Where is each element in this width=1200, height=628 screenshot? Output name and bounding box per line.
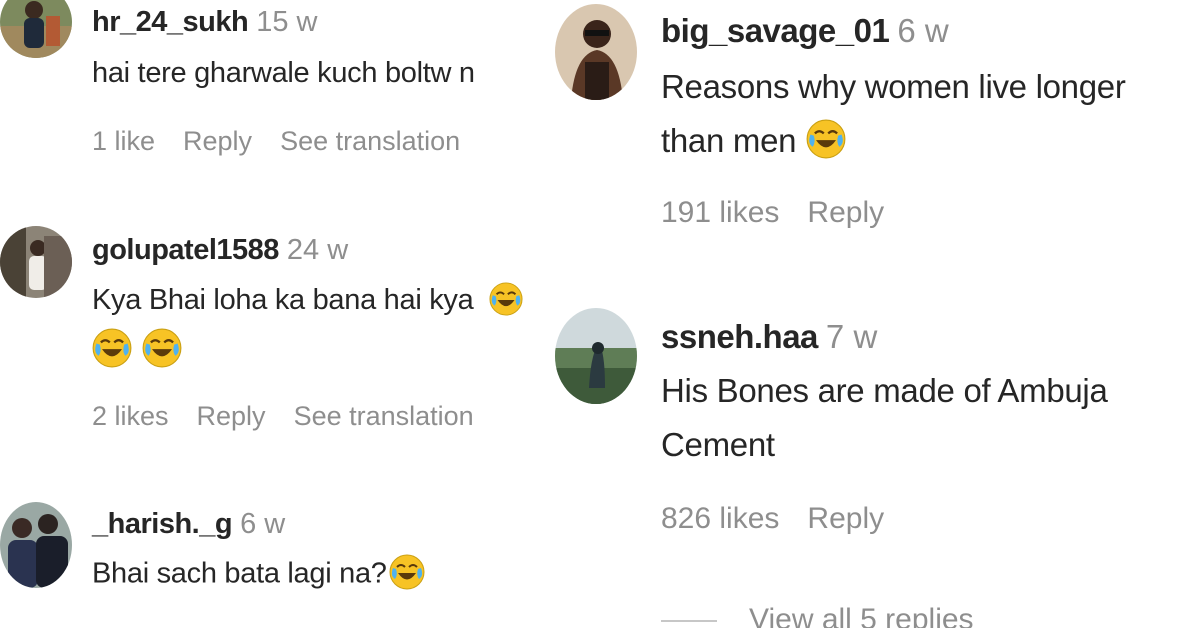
comment-text-line-2: than men <box>661 114 1126 168</box>
comments-screenshot: hr_24_sukh 15 w hai tere gharwale kuch bo… <box>0 0 1200 628</box>
face-with-tears-of-joy-icon <box>806 119 846 159</box>
likes-count[interactable]: 191 likes <box>661 196 779 229</box>
username[interactable]: golupatel1588 <box>92 234 279 266</box>
reply-button[interactable]: Reply <box>807 502 884 535</box>
timestamp[interactable]: 24 w <box>287 234 348 266</box>
comment-header: golupatel1588 24 w <box>92 234 348 267</box>
timestamp[interactable]: 6 w <box>240 508 285 540</box>
face-with-tears-of-joy-icon <box>92 328 132 368</box>
comment-text: Reasons why women live longer than men <box>661 60 1126 168</box>
reply-button[interactable]: Reply <box>807 196 884 229</box>
comment-text: hai tere gharwale kuch boltw n <box>92 57 475 89</box>
face-with-tears-of-joy-icon <box>142 328 182 368</box>
face-with-tears-of-joy-icon <box>389 554 425 590</box>
see-translation-button[interactable]: See translation <box>294 401 474 431</box>
comment-actions: 191 likes Reply <box>661 196 912 230</box>
comment-actions: 826 likes Reply <box>661 502 912 536</box>
comment-text: Bhai sach bata lagi na? <box>92 554 425 593</box>
avatar[interactable] <box>555 308 637 404</box>
comment-text: Kya Bhai loha ka bana hai kya <box>92 282 523 318</box>
comment-header: ssneh.haa 7 w <box>661 318 877 356</box>
avatar[interactable] <box>0 0 72 58</box>
view-replies-button[interactable]: View all 5 replies <box>661 603 974 628</box>
timestamp[interactable]: 7 w <box>826 318 877 355</box>
comment-text: His Bones are made of Ambuja Cement <box>661 364 1108 472</box>
comment-text-line-2: Cement <box>661 426 775 463</box>
likes-count[interactable]: 2 likes <box>92 401 169 431</box>
username[interactable]: big_savage_01 <box>661 12 890 49</box>
timestamp[interactable]: 6 w <box>897 12 948 49</box>
avatar[interactable] <box>0 502 72 588</box>
reply-button[interactable]: Reply <box>183 126 252 156</box>
comment-text-content: Kya Bhai loha ka bana hai kya <box>92 284 474 316</box>
likes-count[interactable]: 826 likes <box>661 502 779 535</box>
comment-actions: 2 likes Reply See translation <box>92 401 502 432</box>
right-comment-column: big_savage_01 6 w Reasons why women live … <box>555 0 1200 628</box>
see-translation-button[interactable]: See translation <box>280 126 460 156</box>
view-replies-label[interactable]: View all 5 replies <box>749 603 974 628</box>
username[interactable]: _harish._g <box>92 508 233 540</box>
comment-header: big_savage_01 6 w <box>661 12 949 50</box>
comment-header: hr_24_sukh 15 w <box>92 6 317 39</box>
face-with-tears-of-joy-icon <box>489 282 523 316</box>
left-comment-column: hr_24_sukh 15 w hai tere gharwale kuch bo… <box>0 0 545 628</box>
comment-text-content: Bhai sach bata lagi na? <box>92 557 387 590</box>
comment-text-line: Reasons why women live longer <box>661 68 1126 105</box>
reply-button[interactable]: Reply <box>197 401 266 431</box>
divider <box>661 620 717 623</box>
comment-text-content: than men <box>661 122 797 159</box>
username[interactable]: ssneh.haa <box>661 318 818 355</box>
timestamp[interactable]: 15 w <box>256 6 317 38</box>
avatar[interactable] <box>555 4 637 100</box>
emoji-line <box>92 328 182 368</box>
comment-actions: 1 like Reply See translation <box>92 126 488 157</box>
comment-text-line: His Bones are made of Ambuja <box>661 372 1108 409</box>
avatar[interactable] <box>0 226 72 298</box>
likes-count[interactable]: 1 like <box>92 126 155 156</box>
comment-header: _harish._g 6 w <box>92 508 285 541</box>
username[interactable]: hr_24_sukh <box>92 6 249 38</box>
